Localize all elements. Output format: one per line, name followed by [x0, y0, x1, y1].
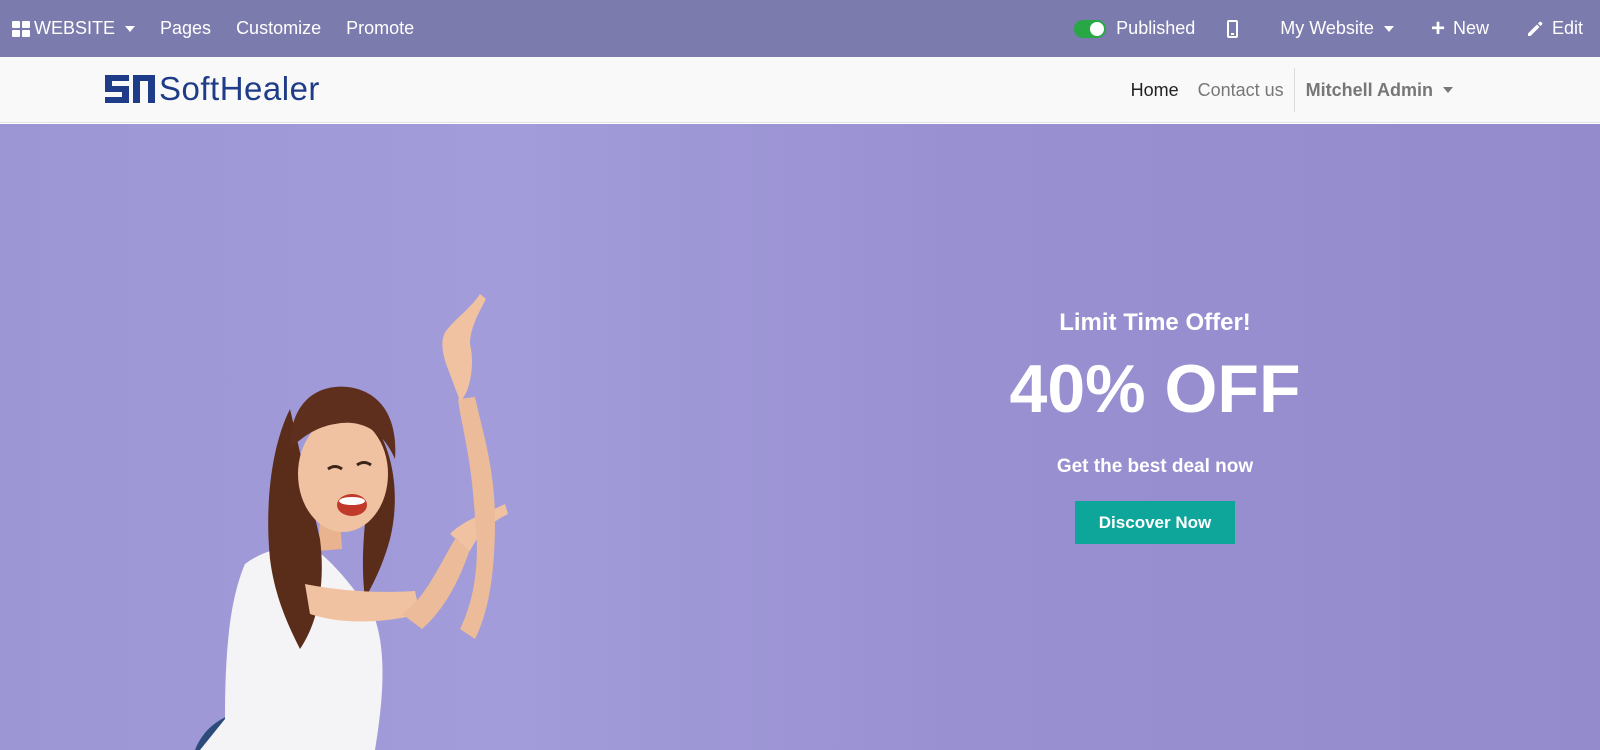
nav-contact-us[interactable]: Contact us — [1198, 80, 1284, 101]
offer-kicker: Limit Time Offer! — [1059, 309, 1251, 336]
website-app-menu[interactable]: WEBSITE — [12, 0, 136, 57]
hero-woman-image — [195, 294, 508, 750]
user-name: Mitchell Admin — [1305, 79, 1433, 100]
pencil-icon — [1527, 21, 1543, 36]
admin-bar: WEBSITE Pages Customize Promote Publishe… — [0, 0, 1600, 57]
published-toggle[interactable]: Published — [1074, 0, 1195, 57]
nav-divider — [1293, 68, 1295, 112]
site-header: SoftHealer Home Contact us Mitchell Admi… — [0, 57, 1600, 123]
published-label: Published — [1116, 18, 1196, 38]
chevron-down-icon — [125, 25, 136, 32]
website-switcher-label: My Website — [1280, 18, 1374, 38]
new-button[interactable]: + New — [1431, 0, 1489, 57]
admin-bar-left: WEBSITE Pages Customize Promote — [0, 0, 414, 57]
menu-customize[interactable]: Customize — [236, 0, 321, 57]
edit-button-label: Edit — [1551, 18, 1583, 38]
softhealer-logo-icon — [105, 75, 155, 103]
apps-grid-icon — [12, 20, 30, 37]
hero-banner: Limit Time Offer! 40% OFF Get the best d… — [0, 124, 1600, 750]
hero-offer: Limit Time Offer! 40% OFF Get the best d… — [1005, 309, 1305, 544]
offer-subline: Get the best deal now — [1056, 456, 1254, 477]
website-app-label: WEBSITE — [34, 18, 116, 38]
menu-pages[interactable]: Pages — [160, 0, 211, 57]
site-logo[interactable]: SoftHealer — [105, 69, 320, 109]
logo-text: SoftHealer — [159, 70, 320, 107]
website-switcher[interactable]: My Website — [1280, 0, 1394, 57]
user-menu[interactable]: Mitchell Admin — [1306, 80, 1453, 101]
nav-home[interactable]: Home — [1131, 80, 1179, 101]
edit-button[interactable]: Edit — [1526, 0, 1583, 57]
plus-icon: + — [1430, 14, 1445, 42]
chevron-down-icon — [1443, 87, 1453, 93]
chevron-down-icon — [1383, 25, 1394, 32]
site-nav: Home Contact us Mitchell Admin — [1131, 57, 1600, 123]
mobile-preview-button[interactable] — [1227, 0, 1239, 57]
admin-bar-right: Published My Website + New Edit — [1074, 0, 1600, 57]
menu-promote[interactable]: Promote — [346, 0, 414, 57]
new-button-label: New — [1452, 18, 1489, 38]
discover-now-button[interactable]: Discover Now — [1075, 501, 1235, 544]
toggle-switch-icon — [1074, 19, 1107, 38]
mobile-icon — [1227, 19, 1239, 38]
offer-headline: 40% OFF — [1009, 351, 1301, 427]
